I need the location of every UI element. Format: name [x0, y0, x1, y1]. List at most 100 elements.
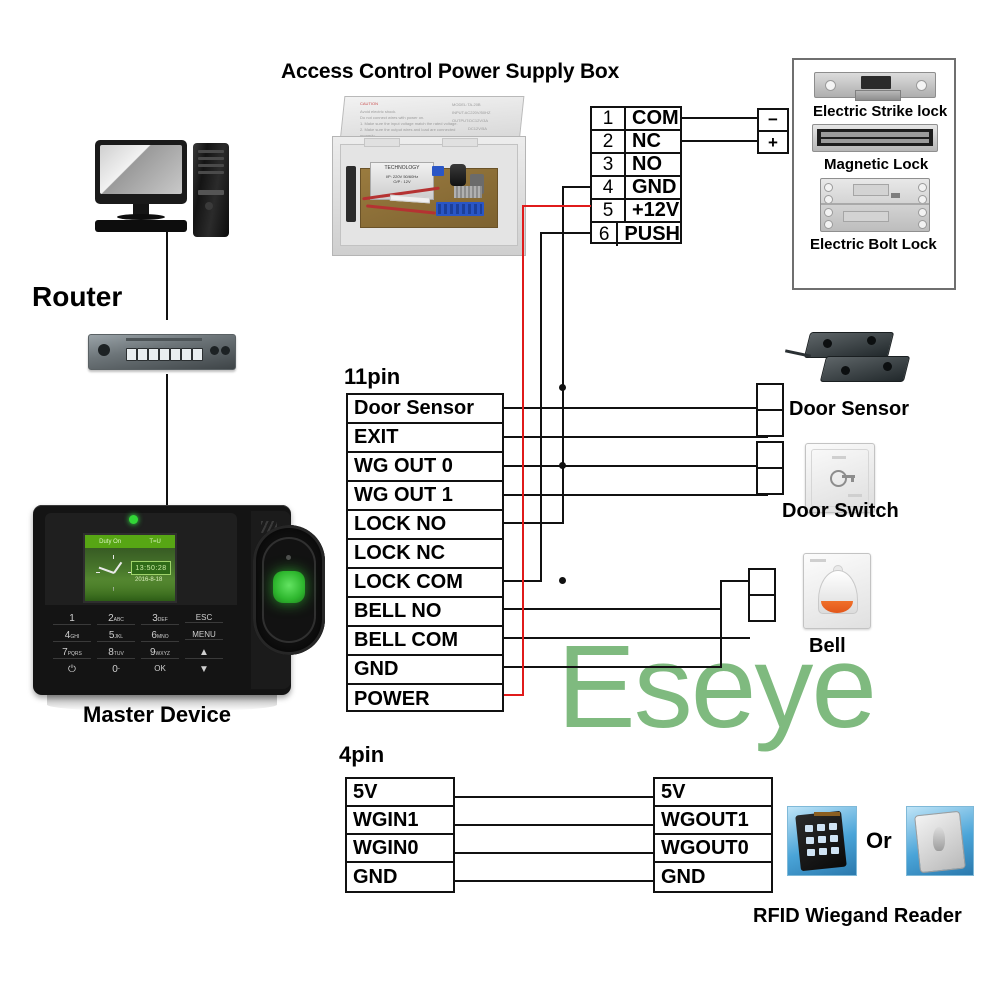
pin-label: EXIT: [354, 426, 399, 448]
key-8[interactable]: 8TUV: [97, 647, 135, 659]
fingerprint-sensor[interactable]: [253, 525, 325, 655]
wiegand-right-block: 5V WGOUT1 WGOUT0 GND: [653, 777, 773, 893]
door-sensor-image: [783, 330, 913, 390]
door-switch-terminal-2: [758, 469, 782, 495]
wiegand-right-row-gnd[interactable]: GND: [655, 863, 771, 891]
wire-router-to-device: [166, 374, 168, 506]
network-router-icon: [88, 330, 236, 374]
diagram-title: Access Control Power Supply Box: [281, 60, 620, 83]
key-7[interactable]: 7PQRS: [53, 647, 91, 659]
bell-terminal-2: [750, 596, 774, 622]
wiegand-left-row-gnd[interactable]: GND: [347, 863, 453, 891]
magnetic-lock-label: Magnetic Lock: [824, 156, 929, 173]
pin-row-bell-no[interactable]: BELL NO: [348, 598, 502, 627]
rfid-card-reader-image: [906, 806, 974, 876]
key-4[interactable]: 4GHI: [53, 630, 91, 642]
psu-output1-text: OUTPUT:DC12V/3A: [452, 118, 489, 123]
router-label: Router: [32, 281, 123, 312]
wire-pc-to-router: [166, 232, 168, 320]
wiegand-right-row-wgout1[interactable]: WGOUT1: [655, 807, 771, 835]
wiegand-left-row-5v[interactable]: 5V: [347, 779, 453, 807]
wiegand-right-row-5v[interactable]: 5V: [655, 779, 771, 807]
psu-terminal-row[interactable]: 4 GND: [592, 176, 680, 200]
power-supply-terminal-table: 1 COM 2 NC 3 NO 4 GND 5 +12V 6 PUSH: [590, 106, 682, 246]
psu-terminal-number: 1: [592, 108, 626, 129]
device-keypad[interactable]: 1 2ABC 3DEF ESC 4GHI 5JKL 6MNO MENU 7PQR…: [53, 613, 233, 681]
key-2[interactable]: 2ABC: [97, 613, 135, 625]
pin-row-bell-com[interactable]: BELL COM: [348, 627, 502, 656]
pin-label: POWER: [354, 688, 430, 710]
door-sensor-terminal-2: [758, 411, 782, 437]
pin-label: BELL COM: [354, 629, 459, 651]
key-esc[interactable]: ESC: [185, 613, 223, 623]
lcd-top-bar: Duty On T=U: [85, 535, 175, 548]
lcd-time: 13:50:28: [131, 561, 171, 575]
key-menu[interactable]: MENU: [185, 630, 223, 640]
pin-label: WG OUT 0: [354, 455, 453, 477]
rfid-keypad-reader-image: [787, 806, 857, 876]
or-label: Or: [866, 828, 892, 853]
wiegand-left-row-wgin0[interactable]: WGIN0: [347, 835, 453, 863]
master-device-label: Master Device: [83, 702, 231, 727]
pin-row-lock-no[interactable]: LOCK NO: [348, 511, 502, 540]
wire-lock-no-to-gnd: [562, 186, 591, 188]
key-9[interactable]: 9WXYZ: [141, 647, 179, 659]
psu-terminal-row[interactable]: 1 COM: [592, 107, 680, 131]
lock-plus-terminal: +: [768, 133, 778, 152]
psu-terminal-number: 5: [592, 200, 626, 221]
electric-strike-lock-image: [814, 72, 936, 101]
main-terminal-block: Door Sensor EXIT WG OUT 0 WG OUT 1 LOCK …: [346, 393, 504, 712]
psu-output2-text: DC12V/5A: [468, 126, 487, 131]
psu-terminal-row[interactable]: 2 NC: [592, 130, 680, 154]
pin-label: Door Sensor: [354, 397, 475, 419]
wire-bell-no-to-terminal: [720, 580, 748, 582]
key-3[interactable]: 3DEF: [141, 613, 179, 625]
pin-label: LOCK NC: [354, 542, 446, 564]
key-5[interactable]: 5JKL: [97, 630, 135, 642]
pin-row-exit[interactable]: EXIT: [348, 424, 502, 453]
door-sensor-terminal-1: [758, 385, 782, 411]
psu-terminal-row[interactable]: 5 +12V: [592, 199, 680, 223]
key-up-arrow[interactable]: ▲: [185, 647, 223, 659]
key-power[interactable]: ⏻: [53, 664, 91, 675]
pin-label: LOCK NO: [354, 513, 447, 535]
wiegand-right-row-wgout0[interactable]: WGOUT0: [655, 835, 771, 863]
junction-dot-lock-com: [559, 577, 566, 584]
pin-label: GND: [353, 865, 398, 888]
pin-label: WGIN1: [353, 808, 419, 831]
key-0[interactable]: 0⎴: [97, 664, 135, 675]
wire-seg-ds1: [562, 387, 564, 409]
lock-polarity-connector[interactable]: − +: [757, 108, 789, 154]
psu-terminal-number: 6: [592, 223, 619, 246]
door-sensor-terminal[interactable]: [756, 383, 784, 437]
key-1[interactable]: 1: [53, 613, 91, 625]
psu-terminal-name: NC: [632, 130, 661, 152]
bell-image: [803, 553, 871, 629]
door-switch-terminal[interactable]: [756, 441, 784, 495]
desktop-computer-icon: [95, 140, 255, 255]
bell-terminal[interactable]: [748, 568, 776, 622]
bell-label: Bell: [809, 635, 846, 657]
pin-label: WGOUT0: [661, 836, 749, 859]
wiegand-left-row-wgin1[interactable]: WGIN1: [347, 807, 453, 835]
pin-row-door-sensor[interactable]: Door Sensor: [348, 395, 502, 424]
pin-row-power[interactable]: POWER: [348, 685, 502, 714]
key-ok[interactable]: OK: [141, 664, 179, 673]
master-device-image: Duty On T=U 13:50:28 2016-8-18 1 2ABC 3D…: [33, 505, 325, 711]
key-down-arrow[interactable]: ▼: [185, 664, 223, 675]
pin-row-lock-nc[interactable]: LOCK NC: [348, 540, 502, 569]
pin-row-wg-out-1[interactable]: WG OUT 1: [348, 482, 502, 511]
pin-row-lock-com[interactable]: LOCK COM: [348, 569, 502, 598]
psu-terminal-name: NO: [632, 153, 662, 175]
pin-row-wg-out-0[interactable]: WG OUT 0: [348, 453, 502, 482]
wire-com-to-minus: [681, 117, 758, 119]
pin-label: 5V: [661, 780, 686, 803]
pin-row-gnd[interactable]: GND: [348, 656, 502, 685]
wire-wgin0-wgout0: [455, 852, 653, 854]
wire-5v: [455, 796, 653, 798]
pin-label: BELL NO: [354, 600, 442, 622]
key-6[interactable]: 6MNO: [141, 630, 179, 642]
psu-terminal-row[interactable]: 3 NO: [592, 153, 680, 177]
psu-terminal-row[interactable]: 6 PUSH: [592, 223, 680, 246]
wire-seg-ds2: [562, 465, 564, 495]
